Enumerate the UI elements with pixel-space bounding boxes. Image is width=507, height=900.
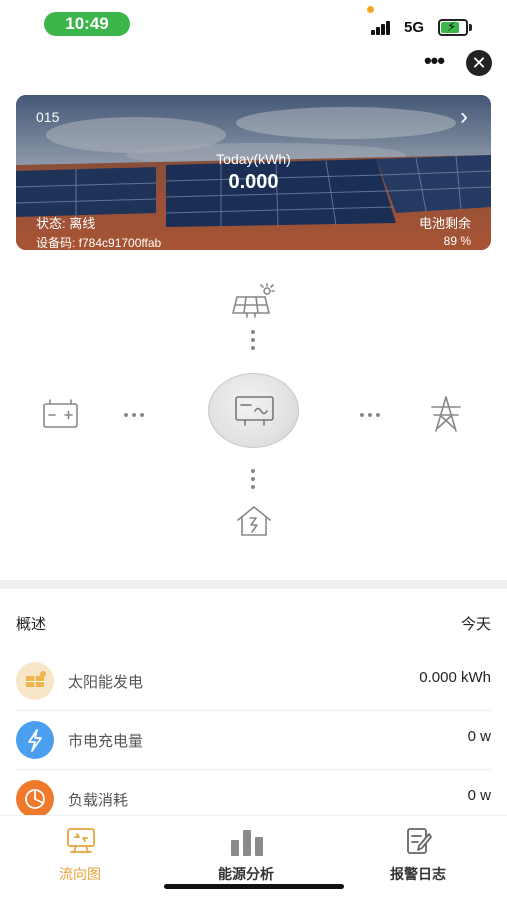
recording-indicator-dot bbox=[367, 6, 374, 13]
inverter-node[interactable] bbox=[208, 373, 299, 448]
energy-flow-diagram bbox=[0, 280, 507, 550]
grid-tower-icon[interactable] bbox=[428, 395, 464, 433]
pie-chart-icon bbox=[16, 780, 54, 818]
signal-strength-icon bbox=[371, 21, 395, 35]
summary-value: 0 w bbox=[467, 787, 491, 804]
tab-alarm-log[interactable]: 报警日志 bbox=[358, 824, 478, 882]
solar-icon bbox=[16, 662, 54, 700]
battery-tip bbox=[469, 24, 472, 31]
device-id: 015 bbox=[36, 109, 60, 125]
summary-label: 市电充电量 bbox=[68, 733, 144, 750]
summary-row-solar: 太阳能发电 0.000 kWh bbox=[16, 652, 491, 710]
battery-charging-icon: ⚡ bbox=[438, 19, 468, 36]
flow-dots-load bbox=[251, 469, 257, 491]
battery-icon[interactable] bbox=[42, 398, 80, 430]
flow-chart-icon bbox=[67, 828, 95, 853]
flow-dots-solar bbox=[251, 330, 257, 352]
more-dots-icon[interactable]: ••• bbox=[420, 50, 448, 76]
network-type: 5G bbox=[404, 19, 425, 36]
status-time: 10:49 bbox=[44, 12, 130, 36]
summary-period-selector[interactable]: 今天 bbox=[461, 613, 491, 634]
battery-remaining-value: 89 % bbox=[443, 234, 471, 248]
tab-label: 流向图 bbox=[59, 866, 101, 882]
today-energy-value: 0.000 bbox=[228, 171, 279, 193]
bar-chart-icon bbox=[231, 830, 263, 856]
device-code: 设备码: f784c91700ffab bbox=[36, 236, 162, 250]
tab-label: 报警日志 bbox=[390, 866, 446, 882]
device-banner[interactable]: 015 › Today(kWh) 0.000 状态: 离线 设备码: f784c… bbox=[16, 95, 491, 250]
flow-dots-battery bbox=[124, 413, 150, 417]
home-load-icon[interactable] bbox=[236, 504, 274, 538]
summary-value: 0 w bbox=[467, 728, 491, 745]
summary-label: 太阳能发电 bbox=[68, 674, 144, 691]
section-divider bbox=[0, 580, 507, 589]
summary-value: 0.000 kWh bbox=[419, 669, 491, 686]
tab-label: 能源分析 bbox=[218, 866, 274, 882]
summary-row-grid-charge: 市电充电量 0 w bbox=[16, 711, 491, 769]
device-state: 状态: 离线 bbox=[36, 216, 96, 231]
close-icon[interactable]: ✕ bbox=[466, 50, 492, 76]
summary-title: 概述 bbox=[16, 616, 47, 633]
tab-energy-analysis[interactable]: 能源分析 bbox=[186, 824, 306, 882]
chevron-right-icon[interactable]: › bbox=[450, 103, 478, 131]
battery-remaining-label: 电池剩余 bbox=[418, 216, 471, 231]
summary-label: 负载消耗 bbox=[68, 792, 129, 809]
flow-dots-grid bbox=[360, 413, 386, 417]
home-indicator[interactable] bbox=[164, 884, 344, 889]
today-energy-label: Today(kWh) bbox=[216, 151, 291, 167]
status-bar: 10:49 5G ⚡ bbox=[0, 0, 507, 46]
solar-panel-icon[interactable] bbox=[231, 283, 275, 319]
inverter-icon bbox=[235, 396, 274, 426]
alarm-log-icon bbox=[407, 828, 432, 854]
lightning-icon bbox=[16, 721, 54, 759]
tab-flow-chart[interactable]: 流向图 bbox=[20, 824, 140, 882]
